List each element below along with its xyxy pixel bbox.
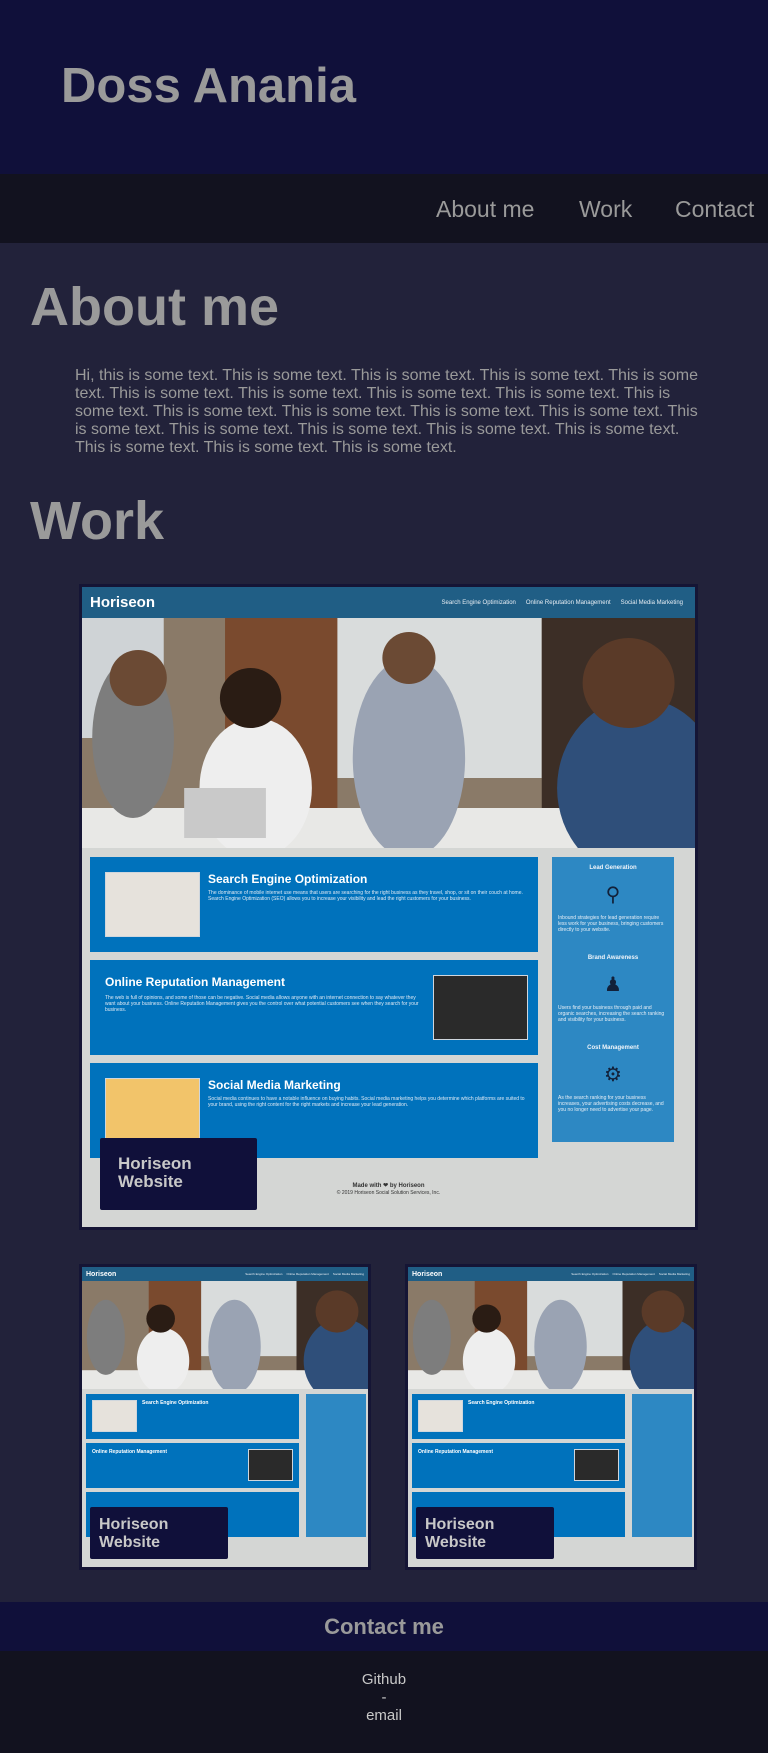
screenshot-nav: Search Engine Optimization Online Reputa… <box>441 599 683 606</box>
screenshot-section-seo: Search Engine Optimization The dominance… <box>90 857 538 952</box>
project-card[interactable]: Horiseon Search Engine Optimization Onli… <box>405 1264 697 1570</box>
site-header: Doss Anania <box>0 0 768 174</box>
nav-link-work[interactable]: Work <box>579 196 632 223</box>
project-card[interactable]: Horiseon Search Engine Optimization Onli… <box>79 1264 371 1570</box>
about-heading: About me <box>30 277 279 337</box>
smm-thumbnail <box>105 1078 200 1143</box>
screenshot-header: Horiseon Search Engine Optimization Onli… <box>82 587 695 618</box>
project-screenshot: Horiseon Search Engine Optimization Onli… <box>82 587 695 1227</box>
email-link[interactable]: email <box>0 1707 768 1725</box>
project-label[interactable]: Horiseon Website <box>100 1138 257 1210</box>
project-card-featured[interactable]: Horiseon Search Engine Optimization Onli… <box>79 584 698 1230</box>
contact-section: Contact me <box>0 1602 768 1651</box>
contact-heading: Contact me <box>324 1614 444 1639</box>
broadcast-icon: ♟ <box>604 974 622 996</box>
nav-link-about[interactable]: About me <box>436 196 534 223</box>
lightbulb-icon: ⚲ <box>605 884 621 906</box>
screenshot-section-orm: Online Reputation Management The web is … <box>90 960 538 1055</box>
screenshot-header: Horiseon Search Engine Optimization Onli… <box>82 1267 368 1281</box>
orm-thumbnail <box>433 975 528 1040</box>
screenshot-logo: Horiseon <box>90 594 156 611</box>
about-paragraph: Hi, this is some text. This is some text… <box>75 367 698 456</box>
project-label[interactable]: Horiseon Website <box>90 1507 228 1559</box>
main-nav: About me Work Contact <box>0 174 768 243</box>
github-link[interactable]: Github <box>0 1671 768 1689</box>
footer: Github - email <box>0 1651 768 1753</box>
seo-thumbnail <box>105 872 200 937</box>
nav-link-contact[interactable]: Contact <box>675 196 754 223</box>
link-separator: - <box>381 1689 387 1706</box>
screenshot-benefits: Lead Generation ⚲ Inbound strategies for… <box>552 857 674 1142</box>
screenshot-hero-image <box>408 1281 694 1389</box>
screenshot-hero-image <box>82 618 695 848</box>
work-heading: Work <box>30 491 165 551</box>
site-title: Doss Anania <box>61 59 356 113</box>
screenshot-hero-image <box>82 1281 368 1389</box>
project-label[interactable]: Horiseon Website <box>416 1507 554 1559</box>
screenshot-header: Horiseon Search Engine Optimization Onli… <box>408 1267 694 1281</box>
gears-icon: ⚙ <box>604 1064 622 1086</box>
